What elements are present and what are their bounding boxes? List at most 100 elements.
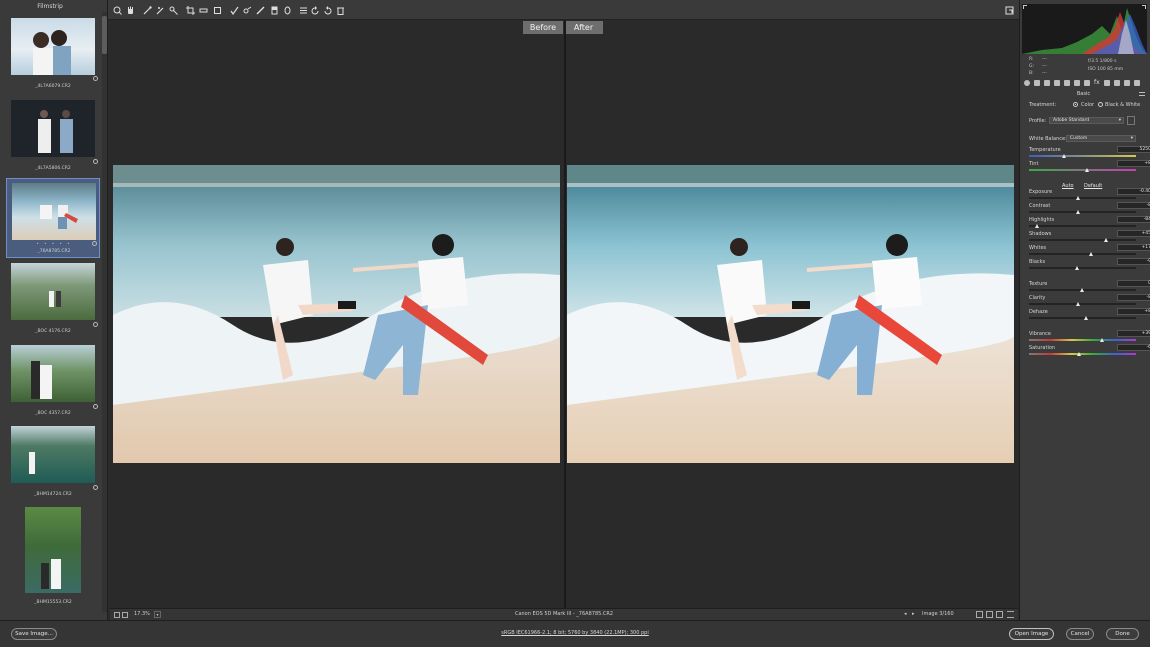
rating-stars[interactable]: • • • • • xyxy=(7,241,101,246)
filmstrip-scroll-thumb[interactable] xyxy=(102,16,107,54)
tint-slider-handle[interactable] xyxy=(1085,168,1090,172)
highlights-slider-handle[interactable] xyxy=(1035,224,1040,228)
view-mode-icon[interactable] xyxy=(976,611,983,618)
brush-icon[interactable] xyxy=(256,6,265,15)
tab-split-toning-icon[interactable] xyxy=(1064,80,1070,86)
profile-browser-icon[interactable] xyxy=(1127,116,1135,125)
treatment-color-radio[interactable] xyxy=(1073,102,1078,107)
default-button[interactable]: Default xyxy=(1084,183,1102,189)
straighten-icon[interactable] xyxy=(199,6,208,15)
filmstrip-item[interactable]: _BHM15553.CR2 xyxy=(6,503,100,611)
tab-detail-icon[interactable] xyxy=(1044,80,1050,86)
tab-presets-icon[interactable] xyxy=(1114,80,1120,86)
tab-layers-icon[interactable] xyxy=(1134,80,1140,86)
filmstrip-item-selected[interactable]: • • • • • _76A8785.CR2 xyxy=(6,178,100,258)
blacks-slider-handle[interactable] xyxy=(1074,266,1079,270)
workflow-options-link[interactable]: sRGB IEC61966-2.1; 8 bit; 5760 by 3840 (… xyxy=(400,630,750,636)
saturation-slider-track[interactable] xyxy=(1029,353,1136,355)
filmstrip-item[interactable]: _BHM14724.CR2 xyxy=(6,422,100,502)
tab-calibration-icon[interactable] xyxy=(1104,80,1110,86)
whites-slider-track[interactable] xyxy=(1029,253,1136,255)
targeted-adjust-icon[interactable] xyxy=(169,6,178,15)
graduated-filter-icon[interactable] xyxy=(270,6,279,15)
highlights-value-field[interactable]: -84 xyxy=(1117,216,1150,223)
whites-value-field[interactable]: +17 xyxy=(1117,244,1150,251)
texture-slider-handle[interactable] xyxy=(1080,288,1084,292)
treatment-bw-radio[interactable] xyxy=(1098,102,1103,107)
clarity-value-field[interactable]: -8 xyxy=(1117,294,1150,301)
clarity-slider-handle[interactable] xyxy=(1075,302,1080,306)
auto-button[interactable]: Auto xyxy=(1062,183,1074,189)
cancel-button[interactable]: Cancel xyxy=(1066,628,1094,640)
filmstrip-scrollbar[interactable] xyxy=(102,12,107,612)
shadows-value-field[interactable]: +45 xyxy=(1117,230,1150,237)
dehaze-value-field[interactable]: +8 xyxy=(1117,308,1150,315)
zoom-out-icon[interactable] xyxy=(114,612,120,618)
exposure-slider-handle[interactable] xyxy=(1075,196,1080,200)
vibrance-slider-track[interactable] xyxy=(1029,339,1136,341)
vibrance-value-field[interactable]: +39 xyxy=(1117,330,1150,337)
temperature-value-field[interactable]: 5250 xyxy=(1117,146,1150,153)
tab-lens-icon[interactable] xyxy=(1074,80,1080,86)
dehaze-slider-handle[interactable] xyxy=(1084,316,1089,320)
saturation-slider-handle[interactable] xyxy=(1076,352,1081,356)
crop-icon[interactable] xyxy=(186,6,195,15)
zoom-dropdown-icon[interactable]: ▾ xyxy=(154,611,161,618)
preview-area[interactable]: Before After xyxy=(110,20,1018,608)
done-button[interactable]: Done xyxy=(1106,628,1139,640)
spot-removal-icon[interactable] xyxy=(230,6,239,16)
temperature-slider-track[interactable] xyxy=(1029,155,1136,157)
open-image-button[interactable]: Open Image xyxy=(1009,628,1054,640)
copy-settings-icon[interactable] xyxy=(996,611,1003,618)
exposure-slider-track[interactable] xyxy=(1029,197,1136,199)
exposure-value-field[interactable]: -0.40 xyxy=(1117,188,1150,195)
white-balance-dropdown[interactable]: Custom ▾ xyxy=(1066,135,1136,142)
texture-value-field[interactable]: 0 xyxy=(1117,280,1150,287)
highlight-clipping-icon[interactable] xyxy=(1142,5,1146,9)
temperature-slider-handle[interactable] xyxy=(1061,154,1066,158)
vibrance-slider-handle[interactable] xyxy=(1100,338,1105,342)
dehaze-slider-track[interactable] xyxy=(1029,317,1136,319)
tint-slider-track[interactable] xyxy=(1029,169,1136,171)
rotate-left-icon[interactable] xyxy=(311,6,320,15)
tab-transform-icon[interactable] xyxy=(1084,80,1090,86)
zoom-level[interactable]: 17.3% xyxy=(134,611,150,617)
next-image-icon[interactable]: ▸ xyxy=(912,611,915,617)
fullscreen-icon[interactable] xyxy=(1005,6,1014,15)
color-sampler-icon[interactable] xyxy=(156,6,165,15)
tab-effects-icon[interactable]: fx xyxy=(1094,80,1100,86)
preview-prefs-icon[interactable] xyxy=(1007,611,1014,618)
clarity-slider-track[interactable] xyxy=(1029,303,1136,305)
filmstrip-item[interactable]: _4L7A5806.CR2 xyxy=(6,96,100,176)
tab-snapshots-icon[interactable] xyxy=(1124,80,1130,86)
contrast-slider-handle[interactable] xyxy=(1075,210,1080,214)
white-balance-icon[interactable] xyxy=(143,6,152,15)
panel-menu-icon[interactable] xyxy=(1139,92,1145,96)
hand-icon[interactable] xyxy=(126,6,135,15)
filmstrip-item[interactable]: _BOC 4357.CR2 xyxy=(6,341,100,421)
contrast-slider-track[interactable] xyxy=(1029,211,1136,213)
save-image-button[interactable]: Save Image... xyxy=(11,628,57,640)
saturation-value-field[interactable]: -6 xyxy=(1117,344,1150,351)
swap-icon[interactable] xyxy=(986,611,993,618)
radial-filter-icon[interactable] xyxy=(283,6,292,15)
whites-slider-handle[interactable] xyxy=(1088,252,1093,256)
prev-image-icon[interactable]: ◂ xyxy=(904,611,907,617)
tab-tone-curve-icon[interactable] xyxy=(1034,80,1040,86)
blacks-value-field[interactable]: -9 xyxy=(1117,258,1150,265)
red-eye-icon[interactable] xyxy=(243,6,252,15)
blacks-slider-track[interactable] xyxy=(1029,267,1136,269)
shadows-slider-track[interactable] xyxy=(1029,239,1136,241)
tab-hsl-icon[interactable] xyxy=(1054,80,1060,86)
profile-dropdown[interactable]: Adobe Standard ▾ xyxy=(1049,117,1124,124)
transform-icon[interactable] xyxy=(213,6,222,15)
shadows-slider-handle[interactable] xyxy=(1103,238,1108,242)
filmstrip-item[interactable]: _4L7A6079.CR2 xyxy=(6,14,100,92)
tint-value-field[interactable]: +8 xyxy=(1117,160,1150,167)
rotate-right-icon[interactable] xyxy=(323,6,332,15)
presets-icon[interactable] xyxy=(299,6,308,15)
tab-basic-icon[interactable] xyxy=(1024,80,1030,86)
zoom-in-icon[interactable] xyxy=(122,612,128,618)
shadow-clipping-icon[interactable] xyxy=(1023,5,1027,9)
trash-icon[interactable] xyxy=(336,6,345,15)
